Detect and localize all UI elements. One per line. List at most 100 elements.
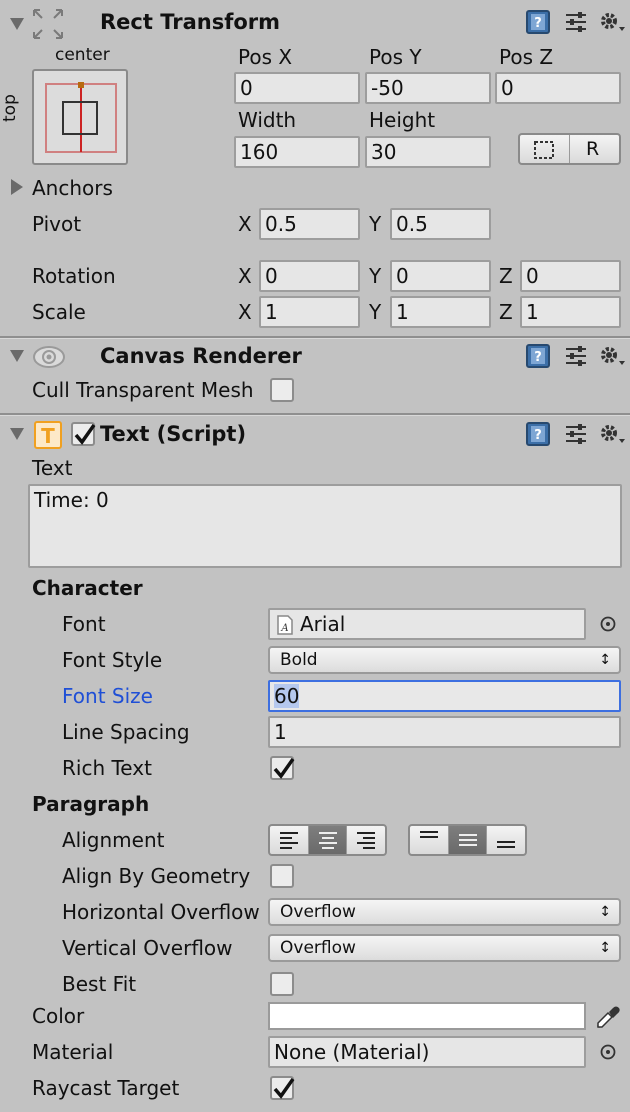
rich-text-label: Rich Text: [62, 756, 152, 780]
dropdown-arrow-icon: ↕: [599, 652, 611, 668]
character-header: Character: [32, 576, 143, 600]
align-bottom-icon: [497, 841, 516, 848]
svg-text:?: ?: [534, 350, 542, 365]
text-label: Text: [32, 456, 73, 480]
pos-y-label: Pos Y: [369, 45, 422, 69]
align-bottom-button[interactable]: [487, 826, 525, 854]
scale-x-field[interactable]: 1: [259, 296, 360, 328]
pos-x-label: Pos X: [238, 45, 293, 69]
rotation-z-axis-label: Z: [499, 264, 513, 288]
presets-icon[interactable]: [564, 423, 588, 450]
align-center-icon: [318, 832, 337, 849]
anchors-foldout-arrow[interactable]: [11, 179, 23, 195]
cull-transparent-mesh-label-clip: Cull Transparent Mesh: [32, 379, 266, 403]
material-label: Material: [32, 1040, 114, 1064]
font-style-value: Bold: [280, 650, 318, 670]
blueprint-mode-button[interactable]: [520, 135, 570, 163]
width-field[interactable]: 160: [234, 136, 360, 168]
object-picker-icon[interactable]: [599, 1042, 617, 1066]
anchor-preset-diagram: [45, 82, 117, 153]
presets-icon[interactable]: [564, 345, 588, 372]
scale-z-axis-label: Z: [499, 300, 513, 324]
scale-y-field[interactable]: 1: [390, 296, 491, 328]
rect-transform-icon: [30, 6, 66, 42]
scale-label: Scale: [32, 300, 86, 324]
font-label: Font: [62, 612, 106, 636]
raycast-target-checkbox[interactable]: [270, 1076, 295, 1100]
material-field[interactable]: None (Material): [268, 1036, 586, 1068]
pivot-x-field[interactable]: 0.5: [259, 208, 360, 240]
rotation-y-field[interactable]: 0: [390, 260, 491, 292]
gear-icon[interactable]: [598, 421, 626, 452]
object-picker-icon[interactable]: [599, 614, 617, 638]
text-script-enabled-checkbox[interactable]: [71, 422, 96, 446]
anchors-label[interactable]: Anchors: [32, 178, 113, 198]
cull-transparent-mesh-checkbox[interactable]: [270, 378, 294, 402]
pivot-y-field[interactable]: 0.5: [390, 208, 491, 240]
canvas-renderer-foldout-arrow[interactable]: [10, 350, 24, 362]
vertical-overflow-dropdown[interactable]: Overflow ↕: [268, 934, 621, 962]
vertical-overflow-label: Vertical Overflow: [62, 936, 233, 960]
help-icon[interactable]: ?: [526, 421, 552, 452]
horizontal-overflow-value: Overflow: [280, 902, 356, 922]
text-script-foldout-arrow[interactable]: [10, 428, 24, 440]
gear-icon[interactable]: [598, 9, 626, 40]
best-fit-label: Best Fit: [62, 972, 137, 996]
align-middle-button[interactable]: [448, 826, 488, 854]
color-swatch-field[interactable]: [268, 1002, 586, 1030]
align-by-geometry-checkbox[interactable]: [270, 864, 294, 888]
rotation-x-field[interactable]: 0: [259, 260, 360, 292]
scale-y-axis-label: Y: [369, 300, 382, 324]
svg-text:?: ?: [534, 428, 542, 443]
text-script-title: Text (Script): [100, 422, 247, 446]
gear-icon[interactable]: [598, 343, 626, 374]
anchor-vertical-label: top: [0, 94, 20, 122]
scale-z-field[interactable]: 1: [520, 296, 621, 328]
svg-text:?: ?: [534, 16, 542, 31]
scale-x-axis-label: X: [238, 300, 252, 324]
horizontal-overflow-label-clip: Horizontal Overflow: [62, 900, 266, 924]
font-style-dropdown[interactable]: Bold ↕: [268, 646, 621, 674]
align-right-button[interactable]: [347, 826, 385, 854]
eye-icon: [32, 344, 66, 375]
pos-y-field[interactable]: -50: [365, 72, 491, 104]
eyedropper-icon[interactable]: [594, 1003, 622, 1036]
align-right-icon: [357, 832, 376, 849]
paragraph-header: Paragraph: [32, 792, 150, 816]
align-left-button[interactable]: [270, 826, 309, 854]
line-spacing-field[interactable]: 1: [268, 716, 621, 748]
help-icon[interactable]: ?: [526, 9, 552, 40]
pos-z-field[interactable]: 0: [495, 72, 621, 104]
font-value: Arial: [300, 612, 346, 636]
horizontal-overflow-dropdown[interactable]: Overflow ↕: [268, 898, 621, 926]
align-by-geometry-label: Align By Geometry: [62, 864, 251, 888]
best-fit-checkbox[interactable]: [270, 972, 294, 996]
text-area[interactable]: Time: 0: [28, 484, 622, 568]
anchor-horizontal-label: center: [55, 45, 110, 65]
align-top-button[interactable]: [410, 826, 449, 854]
vertical-overflow-value: Overflow: [280, 938, 356, 958]
dropdown-arrow-icon: ↕: [599, 904, 611, 920]
anchor-presets-button[interactable]: [32, 69, 128, 165]
help-icon[interactable]: ?: [526, 343, 552, 374]
font-field[interactable]: A Arial: [268, 608, 586, 640]
raw-edit-button[interactable]: R: [570, 135, 619, 163]
align-center-button[interactable]: [308, 826, 348, 854]
svg-text:A: A: [280, 623, 288, 634]
rotation-z-field[interactable]: 0: [520, 260, 621, 292]
cull-transparent-mesh-label: Cull Transparent Mesh: [32, 379, 254, 402]
height-field[interactable]: 30: [365, 136, 491, 168]
rect-transform-title: Rect Transform: [100, 10, 281, 34]
rect-transform-foldout-arrow[interactable]: [10, 18, 24, 30]
presets-icon[interactable]: [564, 11, 588, 38]
font-asset-icon: A: [277, 615, 293, 635]
pos-x-field[interactable]: 0: [234, 72, 360, 104]
rotation-y-axis-label: Y: [369, 264, 382, 288]
raw-edit-label: R: [586, 138, 600, 160]
pivot-y-axis-label: Y: [369, 212, 382, 236]
align-middle-icon: [458, 834, 477, 846]
text-component-icon: T: [34, 421, 62, 454]
font-size-field[interactable]: 60: [268, 680, 621, 712]
rotation-x-axis-label: X: [238, 264, 252, 288]
rich-text-checkbox[interactable]: [270, 756, 295, 780]
